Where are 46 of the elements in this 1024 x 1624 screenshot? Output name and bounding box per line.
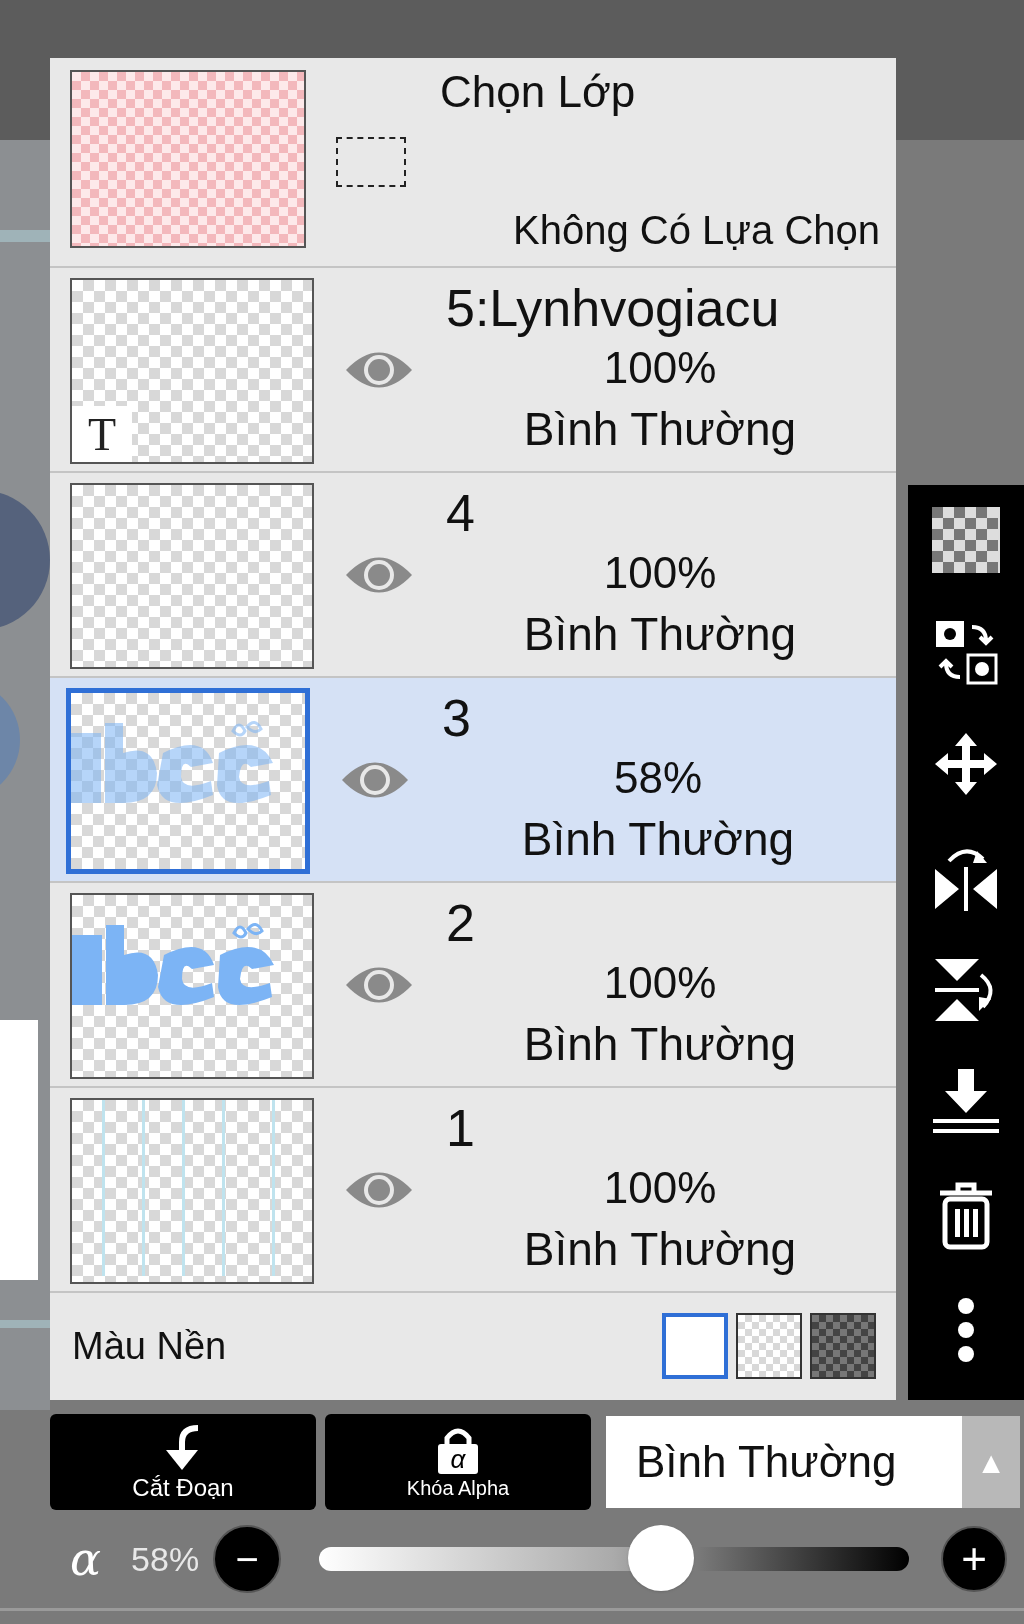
layer-row[interactable]: 4 100% Bình Thường bbox=[50, 473, 896, 678]
move-icon[interactable] bbox=[933, 731, 999, 797]
selection-marquee-icon bbox=[336, 137, 406, 187]
background-color-label: Màu Nền bbox=[72, 1323, 228, 1369]
selection-layer-title: Chọn Lớp bbox=[439, 70, 636, 114]
layer-name: 5:Lynhvogiacu bbox=[445, 278, 780, 338]
layer-name: 1 bbox=[445, 1098, 475, 1158]
selection-thumbnail[interactable] bbox=[70, 70, 306, 248]
increase-button[interactable]: + bbox=[941, 1526, 1008, 1592]
background-color-swatch[interactable] bbox=[736, 1313, 802, 1379]
layer-thumbnail[interactable] bbox=[70, 483, 314, 669]
blend-mode-label: Bình Thường bbox=[523, 402, 797, 457]
decrease-button[interactable]: − bbox=[213, 1525, 282, 1593]
layer-row[interactable]: T 5:Lynhvogiacu 100% Bình Thường bbox=[50, 268, 896, 473]
more-icon[interactable] bbox=[956, 1297, 976, 1363]
opacity-value: 58% bbox=[131, 1538, 200, 1580]
layer-opacity: 100% bbox=[603, 957, 717, 1009]
text-layer-badge: T bbox=[72, 406, 132, 462]
background-color-swatch[interactable] bbox=[662, 1313, 728, 1379]
layer-opacity: 100% bbox=[603, 1162, 717, 1214]
layer-opacity: 58% bbox=[613, 752, 703, 804]
checkerboard-icon[interactable] bbox=[932, 507, 1000, 573]
layer-opacity: 100% bbox=[603, 342, 717, 394]
layer-name: 2 bbox=[445, 893, 475, 953]
layer-row[interactable]: 3 58% Bình Thường bbox=[50, 678, 896, 883]
background-color-swatch[interactable] bbox=[810, 1313, 876, 1379]
blend-mode-dropdown[interactable]: Bình Thường ▲ bbox=[606, 1416, 1020, 1508]
selection-status: Không Có Lựa Chọn bbox=[512, 210, 880, 250]
layer-thumbnail[interactable]: T bbox=[70, 278, 314, 464]
layer-row[interactable]: 1 100% Bình Thường bbox=[50, 1088, 896, 1293]
blend-mode-label: Bình Thường bbox=[523, 1017, 797, 1072]
layer-name: 3 bbox=[441, 688, 471, 748]
layer-thumbnail[interactable] bbox=[66, 688, 310, 874]
alpha-symbol: α bbox=[70, 1536, 102, 1582]
blend-mode-label: Bình Thường bbox=[521, 812, 795, 867]
swap-layers-icon[interactable] bbox=[934, 619, 998, 685]
layer-opacity: 100% bbox=[603, 547, 717, 599]
blend-mode-label: Bình Thường bbox=[523, 607, 797, 662]
merge-down-icon[interactable] bbox=[933, 1069, 999, 1135]
blend-mode-label: Bình Thường bbox=[523, 1222, 797, 1277]
layer-row[interactable]: 2 100% Bình Thường bbox=[50, 883, 896, 1088]
clipping-button[interactable]: Cắt Đoạn bbox=[50, 1414, 316, 1510]
layer-name: 4 bbox=[445, 483, 475, 543]
layer-thumbnail[interactable] bbox=[70, 893, 314, 1079]
layer-thumbnail[interactable] bbox=[70, 1098, 314, 1284]
alpha-lock-button[interactable]: α Khóa Alpha bbox=[325, 1414, 591, 1510]
